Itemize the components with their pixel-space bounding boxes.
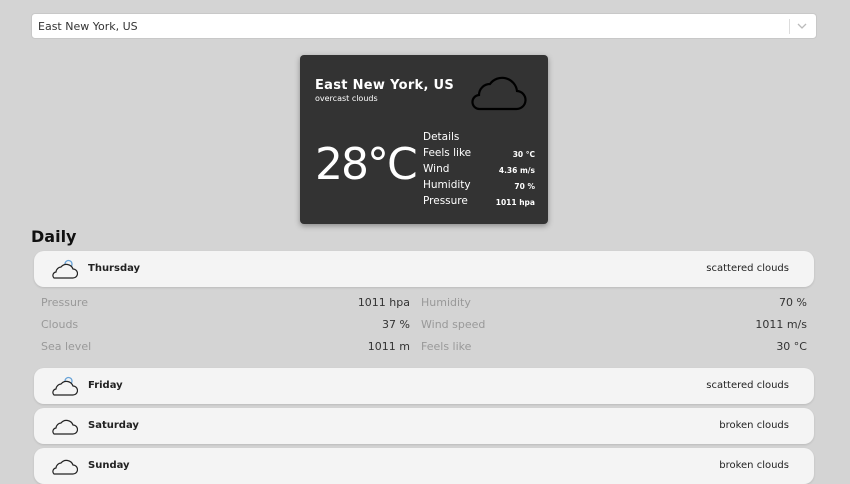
- scattered-clouds-icon: [52, 259, 78, 279]
- detail-value: 70 %: [514, 182, 535, 191]
- chevron-down-icon[interactable]: [796, 20, 808, 32]
- stat-row: Clouds 37 % Wind speed 1011 m/s: [41, 318, 807, 340]
- scattered-clouds-icon: [52, 376, 78, 396]
- day-description: scattered clouds: [706, 263, 789, 274]
- detail-label: Feels like: [423, 147, 472, 159]
- weather-description: overcast clouds: [315, 94, 378, 103]
- detail-row: Wind 4.36 m/s: [423, 163, 535, 179]
- stat-label: Pressure: [41, 296, 88, 309]
- day-row-sunday[interactable]: Sunday broken clouds: [34, 448, 814, 484]
- day-name: Thursday: [88, 263, 141, 274]
- stat-label: Wind speed: [421, 318, 486, 331]
- day-name: Saturday: [88, 420, 139, 431]
- stat-label: Clouds: [41, 318, 79, 331]
- cloud-icon: [52, 419, 78, 435]
- cloud-icon: [52, 459, 78, 475]
- day-row-thursday[interactable]: Thursday scattered clouds: [34, 251, 814, 287]
- detail-value: 1011 hpa: [495, 198, 535, 207]
- day-row-friday[interactable]: Friday scattered clouds: [34, 368, 814, 404]
- stat-label: Humidity: [421, 296, 471, 309]
- temperature: 28°C: [315, 139, 418, 190]
- stat-value: 70 %: [779, 296, 807, 309]
- detail-label: Pressure: [423, 195, 468, 207]
- detail-value: 4.36 m/s: [498, 166, 535, 175]
- stat-value: 30 °C: [776, 340, 807, 353]
- stat-label: Feels like: [421, 340, 472, 353]
- detail-label: Wind: [423, 163, 450, 175]
- day-description: broken clouds: [719, 420, 789, 431]
- search-input[interactable]: [38, 14, 778, 38]
- separator: [789, 19, 790, 34]
- day-description: broken clouds: [719, 460, 789, 471]
- detail-label: Humidity: [423, 179, 471, 191]
- stat-value: 37 %: [382, 318, 410, 331]
- stat-value: 1011 m: [367, 340, 410, 353]
- day-name: Friday: [88, 380, 123, 391]
- day-row-saturday[interactable]: Saturday broken clouds: [34, 408, 814, 444]
- cloud-icon: [471, 76, 527, 111]
- location-search[interactable]: [31, 13, 817, 39]
- stat-value: 1011 hpa: [357, 296, 410, 309]
- details-title: Details: [423, 131, 460, 143]
- day-description: scattered clouds: [706, 380, 789, 391]
- current-weather-card: East New York, US overcast clouds 28°C D…: [300, 55, 548, 224]
- daily-heading: Daily: [31, 227, 77, 246]
- stat-label: Sea level: [41, 340, 92, 353]
- city-name: East New York, US: [315, 78, 455, 93]
- stat-value: 1011 m/s: [755, 318, 807, 331]
- stat-row: Pressure 1011 hpa Humidity 70 %: [41, 296, 807, 318]
- day-name: Sunday: [88, 460, 130, 471]
- detail-row: Humidity 70 %: [423, 179, 535, 195]
- stat-row: Sea level 1011 m Feels like 30 °C: [41, 340, 807, 362]
- detail-row: Pressure 1011 hpa: [423, 195, 535, 211]
- detail-row: Feels like 30 °C: [423, 147, 535, 163]
- details-panel: Details Feels like 30 °C Wind 4.36 m/s H…: [423, 131, 535, 211]
- detail-value: 30 °C: [512, 150, 535, 159]
- day-details: Pressure 1011 hpa Humidity 70 % Clouds 3…: [41, 296, 807, 362]
